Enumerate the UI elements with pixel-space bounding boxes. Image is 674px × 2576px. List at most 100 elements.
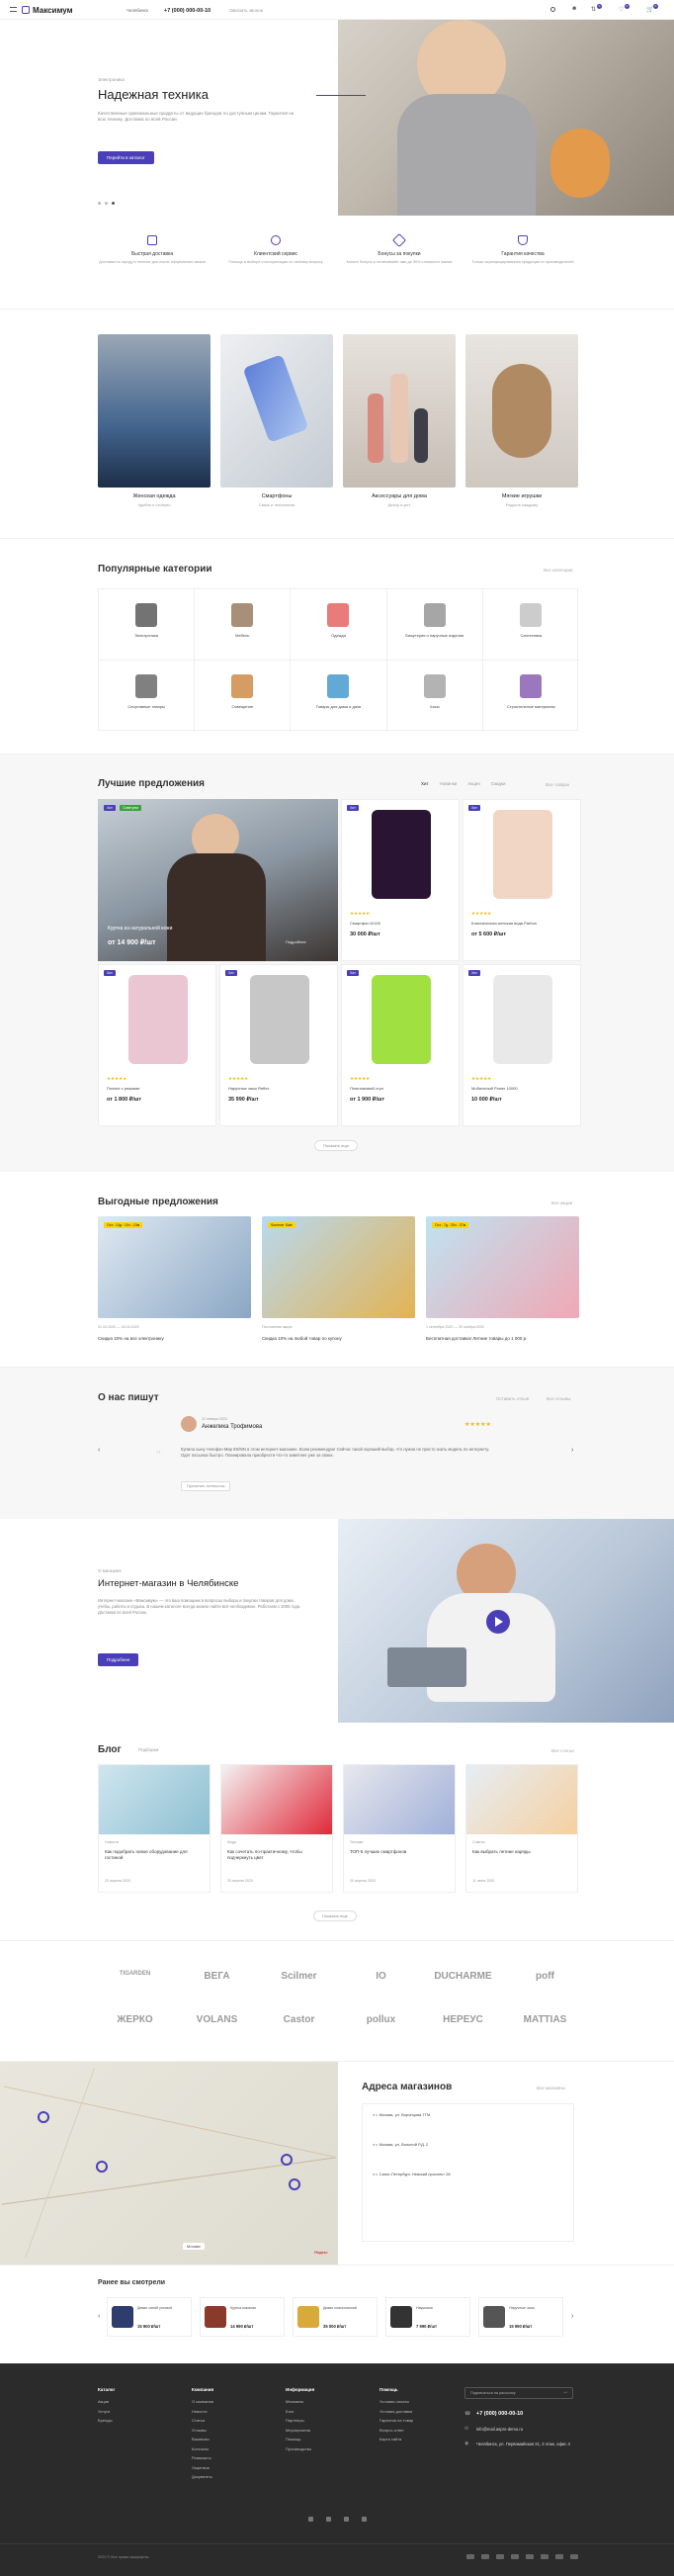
category-item[interactable]: Бижутерия и наручные изделия bbox=[386, 589, 483, 661]
deal-image[interactable]: Ост.: 7д : 20ч : 37м bbox=[426, 1216, 579, 1318]
social-vk-icon[interactable] bbox=[308, 2517, 313, 2522]
category-item[interactable]: Часы bbox=[387, 661, 483, 732]
footer-link[interactable]: Реквизиты bbox=[192, 2455, 281, 2460]
product-name[interactable]: Мобильный Power 10000 bbox=[471, 1086, 575, 1091]
show-more-button[interactable]: Показать еще bbox=[314, 1140, 358, 1151]
store-item[interactable]: ● г. Москва, ул. Воронцова ТГМ bbox=[373, 2112, 430, 2117]
tab-sale[interactable]: Акция bbox=[467, 781, 480, 786]
all-reviews-link[interactable]: Все отзывы bbox=[547, 1396, 570, 1401]
hero-dot-3[interactable] bbox=[112, 202, 115, 205]
blog-title[interactable]: Как сочетать по-практичному, чтобы подче… bbox=[227, 1849, 326, 1861]
product-card[interactable]: Хит ★★★★★ Классическая женская вода Parfum… bbox=[463, 799, 581, 961]
blog-more-button[interactable]: Показать еще bbox=[313, 1910, 357, 1921]
add-review-link[interactable]: Оставить отзыв bbox=[496, 1396, 529, 1401]
footer-link[interactable]: Магазины bbox=[286, 2399, 375, 2404]
callback-link[interactable]: Заказать звонок bbox=[229, 8, 263, 13]
store-item[interactable]: ● г. Санкт-Петербург, Невский проспект 2… bbox=[373, 2172, 451, 2176]
map-marker-icon[interactable] bbox=[96, 2161, 108, 2173]
footer-link[interactable]: Производство bbox=[286, 2446, 375, 2451]
arrow-right-icon[interactable]: → bbox=[562, 2389, 568, 2395]
footer-column-title[interactable]: Помощь bbox=[379, 2387, 468, 2392]
tab-hit[interactable]: Хит bbox=[421, 781, 429, 786]
product-name[interactable]: Смартфон 6/128 bbox=[350, 921, 454, 926]
brand-logo[interactable]: pollux bbox=[344, 2014, 418, 2025]
product-card[interactable]: Хит ★★★★★ Платье с рюшами от 1 800 ₽/шт bbox=[98, 964, 216, 1126]
footer-column-title[interactable]: Каталог bbox=[98, 2387, 187, 2392]
footer-link[interactable]: Гарантия на товар bbox=[379, 2418, 468, 2423]
header-phone[interactable]: +7 (000) 000-00-10 bbox=[164, 8, 211, 14]
recent-item[interactable]: Наручные часы 15 990 ₽/шт bbox=[478, 2297, 563, 2337]
brand-logo[interactable]: VOLANS bbox=[180, 2014, 254, 2025]
product-card[interactable]: Хит ★★★★★ Смартфон 6/128 30 000 ₽/шт bbox=[341, 799, 460, 961]
product-card[interactable]: Хит ★★★★★ Пластиковый стул от 1 900 ₽/шт bbox=[341, 964, 460, 1126]
promo-card[interactable]: Смартфоны Связь и технологии bbox=[220, 334, 333, 507]
social-ig-icon[interactable] bbox=[344, 2517, 349, 2522]
play-icon[interactable] bbox=[486, 1610, 510, 1634]
footer-column-title[interactable]: Информация bbox=[286, 2387, 375, 2392]
footer-link[interactable]: Акции bbox=[98, 2399, 187, 2404]
footer-link[interactable]: Блог bbox=[286, 2409, 375, 2414]
blog-card[interactable]: Советы Как выбрать летние наряды 11 июня 2… bbox=[465, 1764, 578, 1893]
category-item[interactable]: Мебель bbox=[195, 589, 292, 661]
footer-link[interactable]: О компании bbox=[192, 2399, 281, 2404]
product-name[interactable]: Платье с рюшами bbox=[107, 1086, 211, 1091]
logo[interactable]: Максимум bbox=[33, 6, 73, 15]
search-icon[interactable] bbox=[550, 7, 555, 12]
brand-logo[interactable]: TIGARDEN bbox=[98, 1971, 172, 1977]
deal-title[interactable]: Скидка 10% на все электронику bbox=[98, 1336, 251, 1341]
hero-dot-1[interactable] bbox=[98, 202, 101, 205]
footer-link[interactable]: Отзывы bbox=[192, 2428, 281, 2433]
footer-link[interactable]: Помощь bbox=[286, 2437, 375, 2442]
all-deals-link[interactable]: Все акции bbox=[551, 1200, 572, 1205]
tab-discount[interactable]: Скидки bbox=[491, 781, 506, 786]
product-name[interactable]: Пластиковый стул bbox=[350, 1086, 454, 1091]
recent-item[interactable]: Куртка кожаная 14 990 ₽/шт bbox=[200, 2297, 285, 2337]
category-item[interactable]: Строительные материалы bbox=[483, 661, 579, 732]
product-card[interactable]: Хит ★★★★★ Наручные часы Reflex 35 990 ₽/шт bbox=[219, 964, 338, 1126]
hero-button[interactable]: Перейти в каталог bbox=[98, 151, 154, 164]
all-stores-link[interactable]: Все магазины bbox=[537, 2086, 565, 2090]
footer-link[interactable]: Контакты bbox=[192, 2446, 281, 2451]
category-item[interactable]: Товары для дома и дачи bbox=[291, 661, 387, 732]
promo-card[interactable]: Мягкие игрушки Радость каждому bbox=[465, 334, 578, 507]
deal-title[interactable]: Скидка 10% на любой товар по купону bbox=[262, 1336, 415, 1341]
deal-title[interactable]: Бесплатная доставка! Летние товары до 1 … bbox=[426, 1336, 579, 1341]
featured-more-link[interactable]: Подробнее bbox=[286, 939, 306, 944]
map-marker-icon[interactable] bbox=[281, 2154, 293, 2166]
category-item[interactable]: Освещение bbox=[195, 661, 292, 732]
menu-icon[interactable] bbox=[10, 7, 17, 12]
compare-icon[interactable]: ⇅ bbox=[591, 6, 596, 13]
store-item[interactable]: ● г. Москва, ул. Вольной Р.Д. 2 bbox=[373, 2142, 428, 2147]
category-item[interactable]: Электроника bbox=[99, 589, 196, 661]
footer-link[interactable]: Мероприятия bbox=[286, 2428, 375, 2433]
map-marker-icon[interactable] bbox=[289, 2178, 300, 2190]
hero-dot-2[interactable] bbox=[105, 202, 108, 205]
deal-image[interactable]: Summer Sale bbox=[262, 1216, 415, 1318]
recent-item[interactable]: Диван классический 35 000 ₽/шт bbox=[293, 2297, 378, 2337]
footer-link[interactable]: Новости bbox=[192, 2409, 281, 2414]
footer-link[interactable]: Статьи bbox=[192, 2418, 281, 2423]
all-products-link[interactable]: Все товары bbox=[546, 782, 569, 787]
map[interactable]: Москва Яндекс bbox=[0, 2062, 338, 2265]
tab-new[interactable]: Новинки bbox=[440, 781, 458, 786]
featured-product[interactable]: Хит Советуем Куртка из натуральной кожи … bbox=[98, 799, 338, 961]
brand-logo[interactable]: НЕРЕУС bbox=[426, 2014, 500, 2025]
brand-logo[interactable]: ВЕГА bbox=[180, 1971, 254, 1982]
footer-phone[interactable]: +7 (000) 000-00-10 bbox=[476, 2411, 523, 2417]
blog-card[interactable]: Мода Как сочетать по-практичному, чтобы п… bbox=[220, 1764, 333, 1893]
blog-title[interactable]: Как выбрать летние наряды bbox=[472, 1849, 571, 1855]
category-item[interactable]: Сантехника bbox=[482, 589, 579, 661]
footer-column-title[interactable]: Компания bbox=[192, 2387, 281, 2392]
footer-link[interactable]: Вопрос-ответ bbox=[379, 2428, 468, 2433]
product-card[interactable]: Хит ★★★★★ Мобильный Power 10000 10 000 ₽/шт bbox=[463, 964, 581, 1126]
user-icon[interactable]: ☻ bbox=[571, 6, 577, 12]
recent-item[interactable]: Наушники 7 990 ₽/шт bbox=[385, 2297, 470, 2337]
prev-arrow-icon[interactable]: ‹ bbox=[98, 2313, 100, 2320]
blog-title[interactable]: Как подобрать новое оборудование для гос… bbox=[105, 1849, 204, 1861]
promo-card[interactable]: Женская одежда Удобно и стильно bbox=[98, 334, 211, 507]
footer-link[interactable]: Карта сайта bbox=[379, 2437, 468, 2442]
footer-link[interactable]: Бренды bbox=[98, 2418, 187, 2423]
category-item[interactable]: Спортивные товары bbox=[99, 661, 196, 732]
city-select[interactable]: Челябинск bbox=[126, 8, 148, 13]
logo-icon[interactable] bbox=[22, 6, 30, 14]
